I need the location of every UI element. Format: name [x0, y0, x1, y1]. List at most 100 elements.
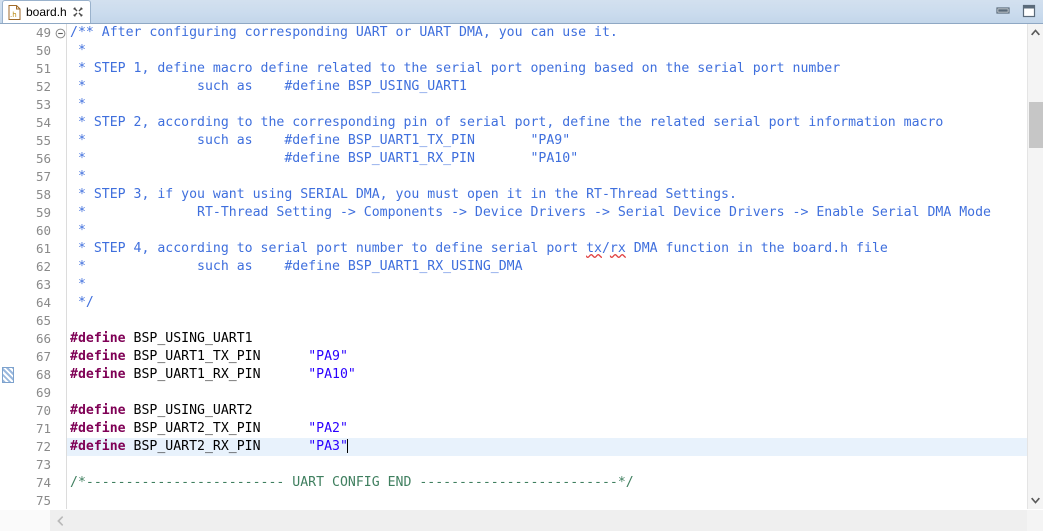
code-token-comment-spell: tx: [586, 241, 602, 256]
code-line[interactable]: */: [70, 294, 1027, 312]
hscroll-left-pad: [0, 510, 50, 531]
code-line[interactable]: #define BSP_UART1_RX_PIN "PA10": [70, 366, 1027, 384]
code-token-ident: BSP_USING_UART1: [125, 331, 253, 346]
line-number: 58: [35, 187, 51, 202]
code-line[interactable]: * STEP 4, according to serial port numbe…: [70, 240, 1027, 258]
chevron-up-icon[interactable]: [1028, 24, 1043, 40]
code-token-comment: * #define BSP_UART1_RX_PIN "PA10": [70, 151, 579, 166]
code-line[interactable]: #define BSP_USING_UART1: [70, 330, 1027, 348]
minimize-button[interactable]: [995, 4, 1011, 18]
line-number: 71: [35, 421, 51, 436]
vertical-scroll-track[interactable]: [1028, 40, 1043, 493]
fold-slot: [54, 438, 66, 456]
fold-slot: [54, 258, 66, 276]
code-line[interactable]: *: [70, 168, 1027, 186]
fold-slot: [54, 348, 66, 366]
maximize-button[interactable]: [1021, 3, 1037, 19]
editor-tab-bar: .h board.h: [0, 0, 1043, 24]
line-number: 53: [35, 97, 51, 112]
code-token-ident: BSP_UART1_TX_PIN: [125, 349, 309, 364]
code-text-area[interactable]: /** After configuring corresponding UART…: [67, 24, 1027, 509]
editor-tab-label: board.h: [26, 5, 67, 19]
fold-slot: [54, 132, 66, 150]
code-line[interactable]: *: [70, 42, 1027, 60]
code-token-string: "PA9": [308, 349, 348, 364]
code-line[interactable]: * such as #define BSP_USING_UART1: [70, 78, 1027, 96]
code-line[interactable]: [70, 456, 1027, 474]
fold-slot: [54, 222, 66, 240]
code-token-pp: #define: [70, 403, 126, 418]
line-number: 63: [35, 277, 51, 292]
code-line-current[interactable]: #define BSP_UART2_RX_PIN "PA3": [67, 438, 1027, 456]
text-caret: [346, 439, 348, 453]
code-line[interactable]: #define BSP_USING_UART2: [70, 402, 1027, 420]
code-line[interactable]: [70, 312, 1027, 330]
fold-slot: [54, 204, 66, 222]
code-token-string: "PA10": [308, 367, 356, 382]
code-line[interactable]: * such as #define BSP_UART1_TX_PIN "PA9": [70, 132, 1027, 150]
line-number-ruler: 49 50 51 52 53 54 55 56 57 58 59 60 61 62 63 64 65 66 67 68…: [16, 24, 54, 509]
code-line[interactable]: [70, 492, 1027, 509]
line-number: 64: [35, 295, 51, 310]
code-line[interactable]: * RT-Thread Setting -> Components -> Dev…: [70, 204, 1027, 222]
code-line[interactable]: #define BSP_UART1_TX_PIN "PA9": [70, 348, 1027, 366]
h-file-icon: .h: [8, 4, 21, 20]
code-line[interactable]: * STEP 1, define macro define related to…: [70, 60, 1027, 78]
fold-slot: [54, 294, 66, 312]
line-number: 50: [35, 43, 51, 58]
horizontal-scroll-track[interactable]: [50, 510, 1027, 531]
fold-slot: [54, 402, 66, 420]
horizontal-scrollbar[interactable]: [0, 509, 1043, 531]
fold-slot: [54, 42, 66, 60]
fold-collapse-icon[interactable]: [54, 24, 66, 42]
code-line[interactable]: * STEP 2, according to the corresponding…: [70, 114, 1027, 132]
code-token-pp: #define: [70, 349, 126, 364]
fold-slot: [54, 384, 66, 402]
code-line[interactable]: * #define BSP_UART1_RX_PIN "PA10": [70, 150, 1027, 168]
fold-slot: [54, 330, 66, 348]
line-number: 57: [35, 169, 51, 184]
fold-slot: [54, 456, 66, 474]
eclipse-editor-window: .h board.h 49 50 51 52 53 54 55 56 57 58…: [0, 0, 1043, 531]
chevron-down-icon[interactable]: [1028, 493, 1043, 509]
code-token-comment: * STEP 3, if you want using SERIAL DMA, …: [70, 187, 737, 202]
vertical-scrollbar[interactable]: [1027, 24, 1043, 509]
line-number: 70: [35, 403, 51, 418]
fold-slot: [54, 366, 66, 384]
code-line[interactable]: *: [70, 276, 1027, 294]
fold-slot: [54, 96, 66, 114]
code-line[interactable]: #define BSP_UART2_TX_PIN "PA2": [70, 420, 1027, 438]
code-token-pp: #define: [70, 331, 126, 346]
fold-slot: [54, 186, 66, 204]
marker-ruler[interactable]: [0, 24, 16, 509]
line-number: 62: [35, 259, 51, 274]
fold-slot: [54, 474, 66, 492]
code-line[interactable]: *: [70, 96, 1027, 114]
fold-slot: [54, 240, 66, 258]
editor-tab-board-h[interactable]: .h board.h: [2, 0, 91, 23]
code-token-comment: *: [70, 169, 86, 184]
line-number: 55: [35, 133, 51, 148]
code-line[interactable]: /** After configuring corresponding UART…: [70, 24, 1027, 42]
code-line[interactable]: * STEP 3, if you want using SERIAL DMA, …: [70, 186, 1027, 204]
editor-body: 49 50 51 52 53 54 55 56 57 58 59 60 61 62 63 64 65 66 67 68…: [0, 24, 1043, 509]
line-number: 75: [35, 493, 51, 508]
line-number: 49: [35, 25, 51, 40]
code-line[interactable]: *: [70, 222, 1027, 240]
close-icon[interactable]: [72, 6, 84, 18]
code-token-comment: * STEP 4, according to serial port numbe…: [70, 241, 587, 256]
folding-ruler[interactable]: [54, 24, 67, 509]
line-number: 60: [35, 223, 51, 238]
chevron-left-icon[interactable]: [50, 510, 68, 531]
vertical-scroll-thumb[interactable]: [1028, 102, 1043, 148]
fold-slot: [54, 168, 66, 186]
occurrence-marker[interactable]: [2, 367, 14, 383]
code-token-ident: BSP_UART2_RX_PIN: [125, 439, 309, 454]
code-line[interactable]: [70, 384, 1027, 402]
code-token-pp: #define: [70, 421, 126, 436]
code-token-comment: * RT-Thread Setting -> Components -> Dev…: [70, 205, 991, 220]
code-line[interactable]: /*------------------------- UART CONFIG …: [70, 474, 1027, 492]
code-line[interactable]: * such as #define BSP_UART1_RX_USING_DMA: [70, 258, 1027, 276]
code-token-pp: #define: [70, 439, 126, 454]
code-token-ident: BSP_USING_UART2: [125, 403, 253, 418]
